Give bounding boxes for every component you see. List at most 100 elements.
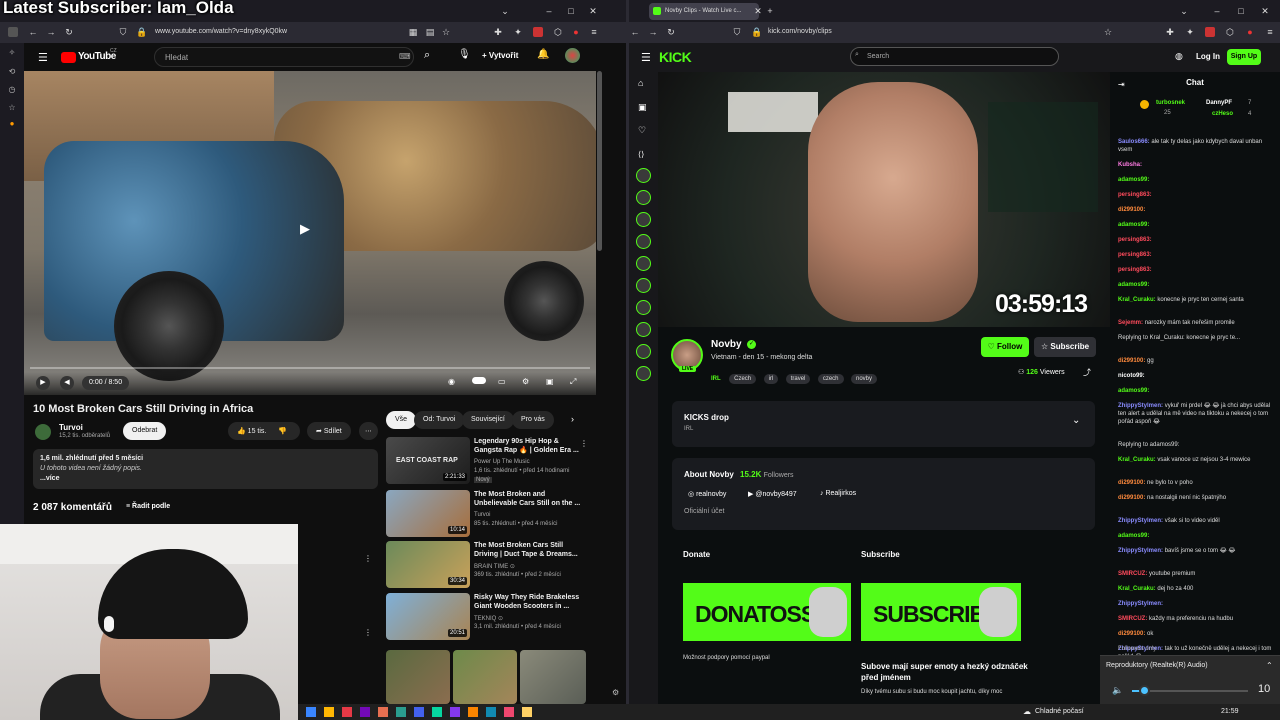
search-input[interactable]: Hledat (154, 47, 414, 67)
audio-device-name[interactable]: Reproduktory (Realtek(R) Audio) (1106, 662, 1208, 669)
chat-username[interactable]: ZhippyStylmen: (1118, 518, 1163, 524)
chat-username[interactable]: SMIRCUZ: (1118, 571, 1147, 577)
bookmarks-icon[interactable]: ☆ (7, 103, 17, 113)
chat-username[interactable]: di299100: (1118, 631, 1145, 637)
top-user[interactable]: turbosnek (1156, 100, 1185, 106)
shorts-thumbnail[interactable] (386, 650, 450, 704)
tab-close-icon[interactable]: ✕ (753, 6, 763, 16)
volume-icon[interactable]: ◀ (60, 376, 74, 390)
chevron-right-icon[interactable]: › (571, 414, 574, 424)
social-link-youtube[interactable]: ▶ @novby8497 (748, 490, 797, 498)
shield-icon[interactable]: ⛉ (118, 27, 128, 37)
chat-username[interactable]: ZhippyStylmen: (1118, 403, 1163, 409)
followed-channel-avatar[interactable] (636, 344, 651, 359)
taskbar-app-icon[interactable] (396, 707, 406, 717)
star-icon[interactable]: ☆ (441, 27, 451, 37)
chat-username[interactable]: adamos99: (1118, 533, 1149, 539)
weather-icon[interactable]: ☁ (1023, 707, 1031, 716)
chip-from-channel[interactable]: Od: Turvoi (414, 411, 465, 429)
grid-icon[interactable]: ▦ (408, 27, 418, 37)
forward-icon[interactable]: → (46, 27, 56, 37)
volume-slider-thumb[interactable] (1138, 685, 1150, 696)
collapse-icon[interactable]: ⟨⟩ (638, 150, 644, 159)
followed-channel-avatar[interactable] (636, 300, 651, 315)
record-icon[interactable]: ● (571, 27, 581, 37)
chat-username[interactable]: ZhippyStylmen: (1118, 601, 1163, 607)
chat-username[interactable]: persing863: (1118, 237, 1152, 243)
chat-username[interactable]: di299100: (1118, 480, 1145, 486)
followed-channel-avatar[interactable] (636, 190, 651, 205)
puzzle-icon[interactable]: ✦ (1185, 27, 1195, 37)
following-icon[interactable]: ♡ (638, 125, 646, 136)
related-video[interactable]: EAST COAST RAP 2:21:33 Legendary 90s Hip… (386, 437, 596, 485)
autoplay-icon[interactable]: ◉ (448, 377, 455, 386)
autoplay-toggle[interactable] (472, 377, 486, 384)
new-tab-icon[interactable]: + (765, 6, 775, 16)
miniplayer-icon[interactable]: ▣ (546, 377, 554, 386)
top-user[interactable]: czHeso (1212, 111, 1233, 117)
close-icon[interactable]: ✕ (588, 6, 598, 16)
taskbar-app-icon[interactable] (306, 707, 316, 717)
subscribe-button[interactable]: ☆ Subscribe (1034, 337, 1096, 357)
streamer-name[interactable]: Novby (711, 339, 742, 350)
browse-icon[interactable]: ▣ (638, 102, 647, 113)
taskbar-app-icon[interactable] (324, 707, 334, 717)
lock-icon[interactable]: 🔒 (136, 27, 147, 37)
followed-channel-avatar[interactable] (636, 212, 651, 227)
ai-icon[interactable]: ✧ (7, 48, 17, 58)
hamburger-icon[interactable]: ☰ (38, 51, 48, 64)
taskbar-app-icon[interactable] (504, 707, 514, 717)
reload-icon[interactable]: ↻ (666, 27, 676, 37)
star-icon[interactable]: ☆ (1103, 27, 1113, 37)
extension-icon[interactable]: ✚ (1165, 27, 1175, 37)
related-video[interactable]: 20:51 Risky Way They Ride Brakeless Gian… (386, 593, 596, 641)
sidebar-toggle-icon[interactable] (8, 27, 18, 37)
chevron-down-icon[interactable]: ⌄ (1179, 6, 1189, 16)
related-title[interactable]: Legendary 90s Hip Hop & Gangsta Rap 🔥 | … (474, 437, 584, 455)
extension-red-icon[interactable] (533, 27, 543, 37)
menu-icon[interactable]: ≡ (1265, 27, 1275, 37)
stream-player[interactable]: 03:59:13 (658, 72, 1110, 327)
play-overlay-icon[interactable]: ▶ (300, 221, 310, 237)
login-button[interactable]: Log In (1196, 52, 1220, 61)
donate-banner[interactable]: DONATOSS (683, 583, 851, 641)
related-channel[interactable]: BRAIN TIME ⊙ (474, 563, 515, 570)
shorts-thumbnail[interactable] (520, 650, 586, 704)
chat-username[interactable]: persing863: (1118, 267, 1152, 273)
taskbar-app-icon[interactable] (414, 707, 424, 717)
chat-username[interactable]: Kubsha: (1118, 162, 1142, 168)
video-player[interactable]: ▶ (24, 71, 596, 395)
tag[interactable]: travel (785, 374, 811, 384)
history-icon[interactable]: ◷ (7, 85, 17, 95)
followed-channel-avatar[interactable] (636, 234, 651, 249)
back-icon[interactable]: ← (630, 27, 640, 37)
chat-username[interactable]: Sejemm: (1118, 320, 1143, 326)
description-more[interactable]: ...více (40, 474, 371, 484)
tag[interactable]: novby (850, 374, 877, 384)
follow-button[interactable]: ♡ Follow (981, 337, 1029, 357)
page-scrollbar[interactable] (597, 71, 602, 251)
more-actions-button[interactable]: ⋯ (359, 422, 378, 440)
extension-blue-icon[interactable]: ⬡ (553, 27, 563, 37)
description-box[interactable]: 1,6 mil. zhlédnutí před 5 měsíci U tohot… (33, 449, 378, 489)
weather-text[interactable]: Chladné počasí (1035, 708, 1084, 715)
microphone-icon[interactable]: 🎙 (458, 49, 471, 60)
youtube-logo-icon[interactable] (61, 52, 76, 63)
chat-username[interactable]: di299100: (1118, 207, 1145, 213)
chat-username[interactable]: SMIRCUZ: (1118, 616, 1147, 622)
channel-name[interactable]: Turvoi (59, 423, 83, 432)
fullscreen-icon[interactable]: ⤢ (570, 377, 576, 387)
chat-username[interactable]: adamos99: (1118, 282, 1149, 288)
extension-icon[interactable]: ● (7, 119, 17, 129)
shield-icon[interactable]: ⛉ (732, 27, 742, 37)
speaker-icon[interactable]: 🔈 (1112, 685, 1123, 696)
video-thumbnail[interactable]: 10:14 (386, 490, 470, 537)
home-icon[interactable]: ⌂ (638, 78, 643, 88)
active-tab[interactable]: Novby Clips - Watch Live c... (649, 3, 759, 20)
related-title[interactable]: Risky Way They Ride Brakeless Giant Wood… (474, 593, 584, 611)
kicks-drop-card[interactable]: KICKS drop IRL ⌄ (672, 401, 1095, 447)
search-input[interactable]: Search (850, 47, 1059, 66)
thumbs-down-icon[interactable]: 👎 (278, 428, 287, 435)
taskbar-app-icon[interactable] (450, 707, 460, 717)
chat-username[interactable]: adamos99: (1118, 388, 1149, 394)
